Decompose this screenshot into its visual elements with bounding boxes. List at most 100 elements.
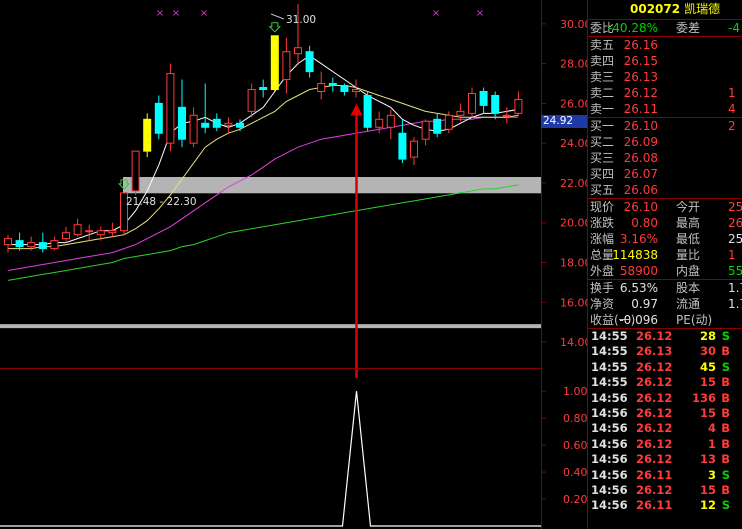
book-volume: 1	[728, 86, 736, 100]
quote-label: 现价	[590, 200, 615, 214]
quote-row-2: 涨幅 3.16% 最低 25	[588, 231, 742, 247]
tick-time: 14:56	[591, 452, 628, 467]
tick-time: 14:56	[591, 498, 628, 513]
tick-volume: 15	[699, 482, 716, 497]
quote-block-2: 换手6.53%股本1.76净资0.97流通1.76收益(一)-0.096PE(动…	[588, 280, 742, 328]
price-axis-label-0: 30.00	[560, 18, 587, 31]
tick-row[interactable]: 14:55 26.12 45 S	[588, 360, 742, 375]
price-axis-label-4: 22.00	[560, 177, 587, 190]
candle-body-6	[73, 224, 82, 236]
candle-body-5	[62, 232, 70, 240]
candle-body-23	[270, 35, 279, 90]
quote-label-2: 内盘	[676, 264, 701, 278]
price-axis-label-6: 18.00	[560, 257, 587, 270]
price-axis-label-5: 20.00	[560, 217, 587, 230]
quote-value: 26.10	[623, 200, 658, 214]
candle-body-17	[201, 122, 210, 128]
kline-chart-area[interactable]: × × × × × 21.48 - 22.30 31.00 30.00 28.00 26.0…	[0, 0, 587, 529]
tick-row[interactable]: 14:56 26.12 13 B	[588, 452, 742, 467]
book-row-bids-2: 买三 26.08	[588, 150, 742, 166]
tick-row[interactable]: 14:56 26.12 136 B	[588, 391, 742, 406]
tick-side: B	[721, 452, 730, 467]
candle-body-9	[108, 230, 117, 234]
tick-row[interactable]: 14:56 26.12 4 B	[588, 421, 742, 436]
quote-value: 58900	[619, 264, 658, 278]
book-label: 卖五	[590, 38, 615, 52]
tick-row[interactable]: 14:56 26.12 15 B	[588, 483, 742, 498]
candle-body-26	[305, 51, 314, 73]
top-marker-icon-2: ×	[200, 8, 208, 19]
tick-price: 26.12	[636, 390, 673, 405]
tick-list[interactable]: 14:55 26.12 28 S 14:55 26.13 30 B 14:55 26.12 45 S 1…	[588, 329, 742, 514]
tick-time: 14:56	[591, 405, 628, 420]
book-label: 卖四	[590, 54, 615, 68]
book-row-asks-2: 卖三 26.13	[588, 69, 742, 85]
candle-body-14	[166, 73, 175, 144]
tick-row[interactable]: 14:56 26.12 1 B	[588, 437, 742, 452]
price-axis-label-1: 28.00	[560, 58, 587, 71]
candle-body-16	[189, 114, 198, 144]
ask-list: 卖五 26.16 卖四 26.15 卖三 26.13 卖二 26.12 1 卖一 26.11 4	[588, 37, 742, 117]
quote-label: 外盘	[590, 264, 615, 278]
ratio-value: -40.28%	[607, 21, 658, 35]
tick-volume: 1	[707, 436, 716, 451]
book-label: 买四	[590, 167, 615, 181]
book-row-asks-4: 卖一 26.11 4	[588, 101, 742, 117]
bid-list: 买一 26.10 2 买二 26.09 买三 26.08 买四 26.07 买五 26.06	[588, 118, 742, 198]
book-row-bids-4: 买五 26.06	[588, 182, 742, 198]
tick-price: 26.12	[636, 436, 673, 451]
tick-volume: 15	[699, 405, 716, 420]
tick-price: 26.12	[636, 482, 673, 497]
candle-body-32	[375, 118, 384, 128]
candle-body-22	[259, 87, 268, 90]
tick-row[interactable]: 14:56 26.11 12 S	[588, 498, 742, 513]
candle-body-3	[38, 242, 47, 250]
candle-body-0	[4, 238, 12, 246]
book-row-asks-1: 卖四 26.15	[588, 53, 742, 69]
book-row-bids-1: 买二 26.09	[588, 134, 742, 150]
current-price-tag: 24.92	[541, 115, 587, 128]
quote-label: 涨幅	[590, 232, 615, 246]
book-row-asks-0: 卖五 26.16	[588, 37, 742, 53]
tick-row[interactable]: 14:56 26.12 15 B	[588, 406, 742, 421]
tick-side: S	[721, 329, 730, 343]
book-price: 26.16	[623, 38, 658, 52]
tick-side: B	[721, 344, 730, 359]
order-ratio-row: 委比 -40.28% 委差 -4	[588, 20, 742, 36]
tick-row[interactable]: 14:55 26.12 28 S	[588, 329, 742, 344]
candle-body-40	[468, 92, 476, 114]
candle-body-12	[143, 118, 152, 152]
ind-axis-label-1: 0.80	[563, 412, 587, 425]
candle-body-27	[317, 83, 326, 92]
quote-row-1: 净资 0.97 流通 1.76	[588, 296, 742, 312]
quote-label: 净资	[590, 297, 615, 311]
candle-body-33	[386, 114, 395, 128]
tick-time: 14:56	[591, 421, 628, 436]
quote-row-2: 收益(一) -0.096 PE(动)	[588, 312, 742, 328]
book-row-bids-0: 买一 26.10 2	[588, 118, 742, 134]
quote-row-0: 换手 6.53% 股本 1.76	[588, 280, 742, 296]
price-axis-label-3: 24.00	[560, 137, 587, 150]
book-row-asks-3: 卖二 26.12 1	[588, 85, 742, 101]
tick-row[interactable]: 14:56 26.11 3 S	[588, 468, 742, 483]
ind-axis-label-4: 0.20	[563, 493, 587, 506]
quote-label-2: 最低	[676, 232, 701, 246]
kline-chart-svg[interactable]: × × × × × 21.48 - 22.30 31.00 30.00 28.00 26.0…	[0, 0, 587, 529]
quote-value: 6.53%	[619, 281, 658, 295]
tick-row[interactable]: 14:55 26.12 15 B	[588, 375, 742, 390]
candle-body-25	[294, 47, 302, 55]
tick-volume: 13	[699, 452, 716, 467]
candle-body-38	[444, 114, 453, 130]
book-price: 26.12	[623, 86, 658, 100]
stock-name: 凯瑞德	[684, 2, 721, 16]
tick-side: S	[721, 467, 730, 482]
candle-body-29	[340, 85, 349, 92]
tick-time: 14:55	[591, 344, 628, 359]
tick-side: B	[721, 421, 730, 436]
tick-row[interactable]: 14:55 26.13 30 B	[588, 344, 742, 359]
candle-body-2	[27, 242, 36, 248]
quote-row-3: 总量 114838 量比 1	[588, 247, 742, 263]
quote-label-2: 量比	[676, 248, 701, 262]
quote-value-2: 25	[728, 200, 742, 214]
quote-value-2: 1	[728, 248, 736, 262]
